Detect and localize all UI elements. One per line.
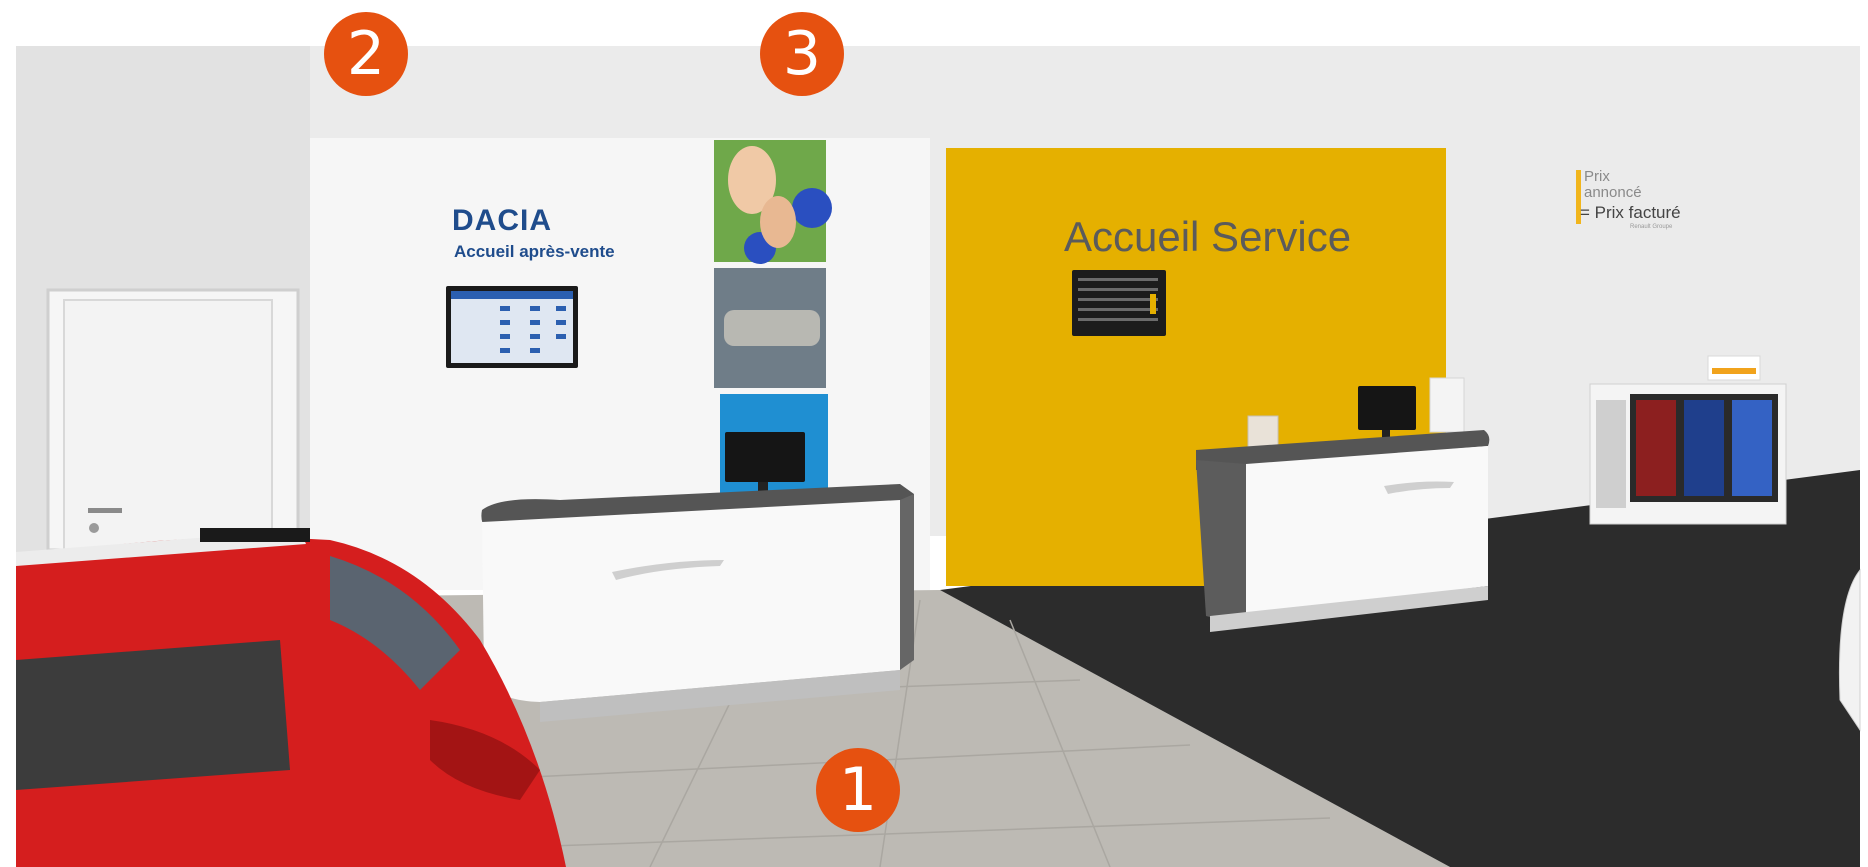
accessory-sign-stripe bbox=[1712, 368, 1756, 374]
badge-2: 2 bbox=[324, 12, 408, 96]
dacia-subtitle: Accueil après-vente bbox=[454, 242, 615, 261]
top-background bbox=[0, 0, 1868, 46]
dacia-brand-label: DACIA bbox=[452, 204, 552, 237]
price-sign-line1: Prix bbox=[1584, 168, 1610, 185]
photo-car-body bbox=[724, 310, 820, 346]
price-sign-line2: annoncé bbox=[1584, 184, 1642, 201]
door-lock bbox=[89, 523, 99, 533]
service-desk-monitor bbox=[1358, 386, 1416, 430]
showroom-scene bbox=[0, 0, 1868, 867]
price-sign-line4: Renault Groupe bbox=[1630, 224, 1673, 230]
photo-balloon bbox=[792, 188, 832, 228]
dacia-desk-monitor bbox=[725, 432, 805, 482]
red-car-side-window bbox=[16, 640, 290, 790]
service-title: Accueil Service bbox=[1064, 213, 1352, 260]
price-sign-line3: = Prix facturé bbox=[1580, 203, 1681, 222]
accessory-items bbox=[1596, 400, 1772, 508]
photo-person bbox=[760, 196, 796, 248]
badge-1: 1 bbox=[816, 748, 900, 832]
left-monitor-screen bbox=[451, 291, 573, 363]
badge-3: 3 bbox=[760, 12, 844, 96]
dacia-desk-side bbox=[900, 494, 914, 670]
red-car-roof-spoiler bbox=[200, 528, 310, 542]
door-handle bbox=[88, 508, 122, 513]
dacia-desk-body bbox=[482, 500, 900, 702]
service-desk-flyer bbox=[1429, 377, 1465, 433]
